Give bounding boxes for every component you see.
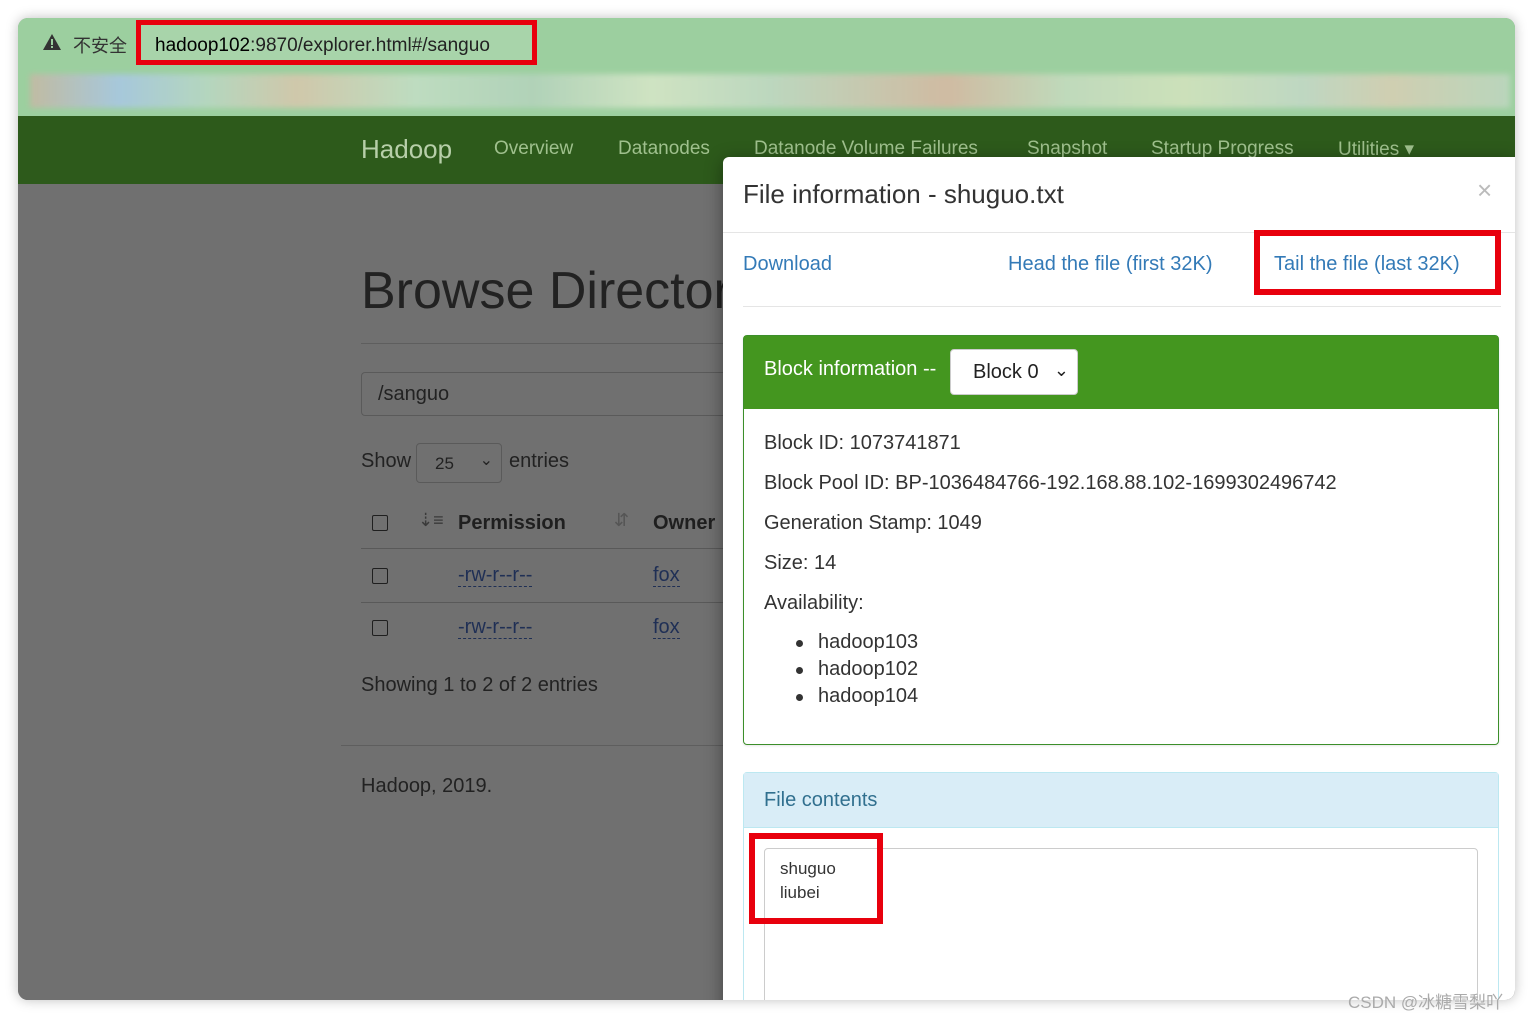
heading-divider [361,343,741,344]
contents-highlight-box [749,833,883,924]
entries-label: entries [509,450,570,472]
bullet-icon [796,667,803,674]
block-pool-id: Block Pool ID: BP-1036484766-192.168.88.… [764,472,1337,494]
warning-icon[interactable] [42,32,62,52]
sort-asc-icon[interactable]: ⇣≡ [418,510,444,531]
url-text[interactable]: hadoop102:9870/explorer.html#/sanguo [155,35,490,57]
nav-overview[interactable]: Overview [494,138,573,160]
block-info-label: Block information -- [764,358,937,380]
sort-icon[interactable]: ⇵ [614,510,629,531]
entries-per-page-value: 25 [435,454,454,473]
permission-cell[interactable]: -rw-r--r-- [458,616,533,639]
watermark-text: CSDN @冰糖雪梨吖 [1348,993,1504,1012]
table-row-rule [361,602,741,603]
block-select[interactable]: Block 0 ⌄ [950,349,1078,395]
head-file-link[interactable]: Head the file (first 32K) [1008,253,1213,276]
permission-cell[interactable]: -rw-r--r-- [458,564,533,587]
links-divider [743,306,1501,307]
column-header-permission[interactable]: Permission [458,512,566,535]
tail-link-highlight-box [1254,230,1501,295]
page-title: Browse Director [361,262,731,320]
row-checkbox[interactable] [372,568,388,584]
entries-per-page-select[interactable]: 25 ⌄ [416,443,502,483]
chevron-down-icon: ⌄ [1053,360,1069,380]
row-checkbox[interactable] [372,620,388,636]
block-info-panel: Block information -- Block 0 ⌄ Block ID:… [743,335,1499,745]
select-all-checkbox[interactable] [372,515,388,531]
security-label[interactable]: 不安全 [73,32,127,58]
chevron-down-icon: ⌄ [479,452,493,469]
bookmarks-bar-blurred [30,74,1510,108]
block-info-header: Block information -- Block 0 ⌄ [744,336,1498,409]
availability-host: hadoop102 [818,658,919,680]
browser-window: 不安全 hadoop102:9870/explorer.html#/sanguo… [18,18,1515,1000]
column-header-owner[interactable]: Owner [653,512,715,535]
bullet-icon [796,694,803,701]
owner-cell[interactable]: fox [653,616,680,639]
file-contents-header: File contents [744,773,1498,828]
availability-host: hadoop104 [818,685,919,707]
directory-path-input[interactable]: /sanguo [361,372,741,416]
block-select-value: Block 0 [973,361,1039,383]
file-info-modal: File information - shuguo.txt × Download… [723,157,1515,1000]
url-host: hadoop102 [155,35,251,56]
navbar-brand[interactable]: Hadoop [361,134,452,165]
address-bar[interactable]: 不安全 hadoop102:9870/explorer.html#/sanguo [18,18,1515,68]
block-id: Block ID: 1073741871 [764,432,961,454]
footer-text: Hadoop, 2019. [361,775,493,797]
table-info: Showing 1 to 2 of 2 entries [361,674,598,696]
modal-title: File information - shuguo.txt [743,179,1064,209]
file-contents-panel: File contents shuguo liubei [743,772,1499,1000]
bullet-icon [796,640,803,647]
browser-chrome: 不安全 hadoop102:9870/explorer.html#/sanguo [18,18,1515,116]
owner-cell[interactable]: fox [653,564,680,587]
url-highlight-box: hadoop102:9870/explorer.html#/sanguo [136,20,537,65]
nav-datanodes[interactable]: Datanodes [618,138,710,160]
generation-stamp: Generation Stamp: 1049 [764,512,982,534]
download-link[interactable]: Download [743,253,832,276]
url-path: :9870/explorer.html#/sanguo [250,35,490,56]
file-contents-label: File contents [764,789,878,811]
close-icon[interactable]: × [1477,175,1492,206]
availability-host: hadoop103 [818,631,919,653]
availability-label: Availability: [764,592,864,614]
footer-divider [341,745,741,746]
block-size: Size: 14 [764,552,837,574]
show-label: Show [361,450,412,472]
table-header-rule [361,548,741,549]
